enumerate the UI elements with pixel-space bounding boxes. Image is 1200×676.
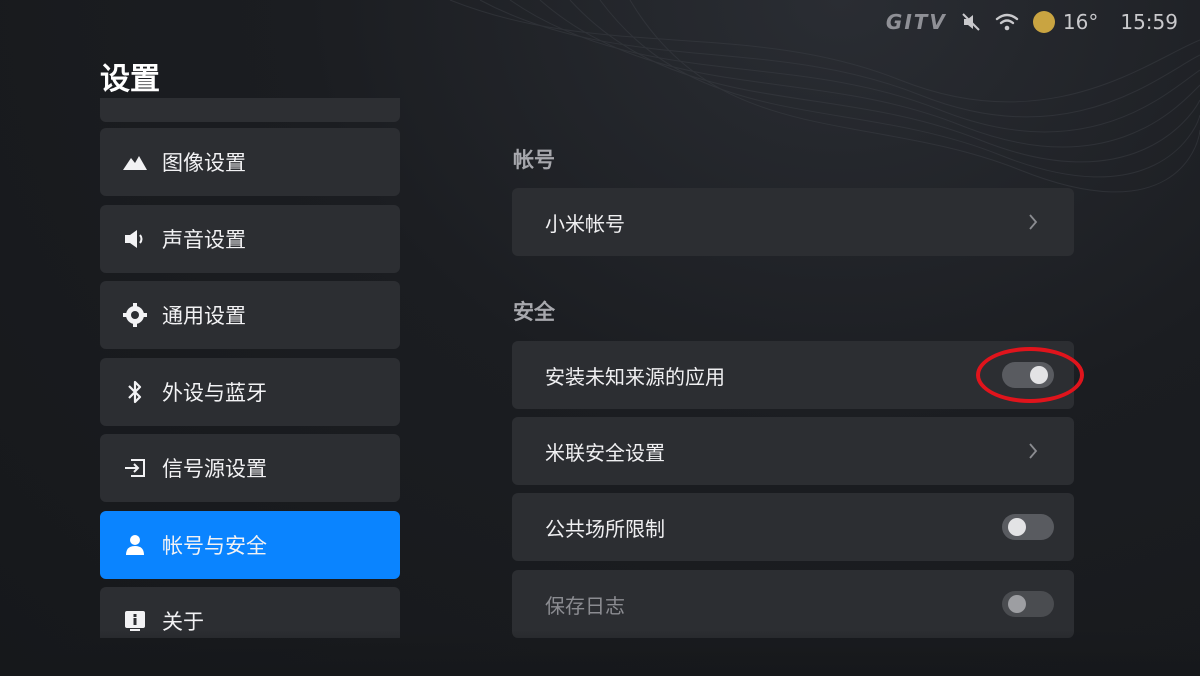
wifi-icon — [995, 12, 1019, 32]
user-icon — [122, 532, 148, 558]
row-label: 安装未知来源的应用 — [545, 364, 725, 389]
info-icon — [122, 608, 148, 634]
speaker-icon — [122, 226, 148, 252]
row-save-log[interactable]: 保存日志 — [512, 570, 1074, 638]
menu-item-label: 关于 — [162, 610, 204, 634]
menu-item-input-source[interactable]: 信号源设置 — [100, 434, 400, 502]
temperature: 16° — [1062, 10, 1099, 34]
menu-item-label: 帐号与安全 — [162, 534, 267, 558]
brand-logo: GITV — [885, 10, 947, 34]
menu-item-sound[interactable]: 声音设置 — [100, 205, 400, 273]
row-unknown-sources[interactable]: 安装未知来源的应用 — [512, 341, 1074, 409]
mute-icon — [961, 12, 981, 32]
row-label: 米联安全设置 — [545, 440, 665, 465]
chevron-right-icon — [1029, 214, 1038, 230]
picture-icon — [122, 149, 148, 175]
gear-icon — [122, 302, 148, 328]
settings-menu: 图像设置 声音设置 通用设置 外设与蓝牙 信号源设置 帐号与安全 关于 — [100, 98, 400, 638]
menu-item-label: 图像设置 — [162, 151, 246, 175]
menu-item-label: 信号源设置 — [162, 457, 267, 481]
row-label: 小米帐号 — [545, 211, 625, 236]
menu-item-label: 声音设置 — [162, 228, 246, 252]
unknown-sources-toggle[interactable] — [1002, 362, 1054, 388]
row-milink-security[interactable]: 米联安全设置 — [512, 417, 1074, 485]
row-public-restriction[interactable]: 公共场所限制 — [512, 493, 1074, 561]
menu-item-picture[interactable]: 图像设置 — [100, 128, 400, 196]
row-mi-account[interactable]: 小米帐号 — [512, 188, 1074, 256]
menu-item-partial[interactable] — [100, 98, 400, 122]
public-restriction-toggle[interactable] — [1002, 514, 1054, 540]
menu-item-account-security[interactable]: 帐号与安全 — [100, 511, 400, 579]
status-bar: GITV 16° 15:59 — [886, 8, 1178, 36]
section-title-security: 安全 — [513, 300, 555, 324]
bluetooth-icon — [122, 379, 148, 405]
input-source-icon — [122, 455, 148, 481]
save-log-toggle[interactable] — [1002, 591, 1054, 617]
clock: 15:59 — [1120, 10, 1178, 34]
menu-item-bluetooth[interactable]: 外设与蓝牙 — [100, 358, 400, 426]
menu-item-general[interactable]: 通用设置 — [100, 281, 400, 349]
weather-sun-icon — [1032, 11, 1055, 33]
menu-item-about[interactable]: 关于 — [100, 587, 400, 638]
section-title-account: 帐号 — [513, 148, 555, 172]
menu-item-label: 通用设置 — [162, 304, 246, 328]
page-title: 设置 — [100, 62, 160, 97]
row-label: 保存日志 — [545, 593, 625, 618]
row-label: 公共场所限制 — [545, 516, 665, 541]
chevron-right-icon — [1029, 443, 1038, 459]
menu-item-label: 外设与蓝牙 — [162, 381, 267, 405]
